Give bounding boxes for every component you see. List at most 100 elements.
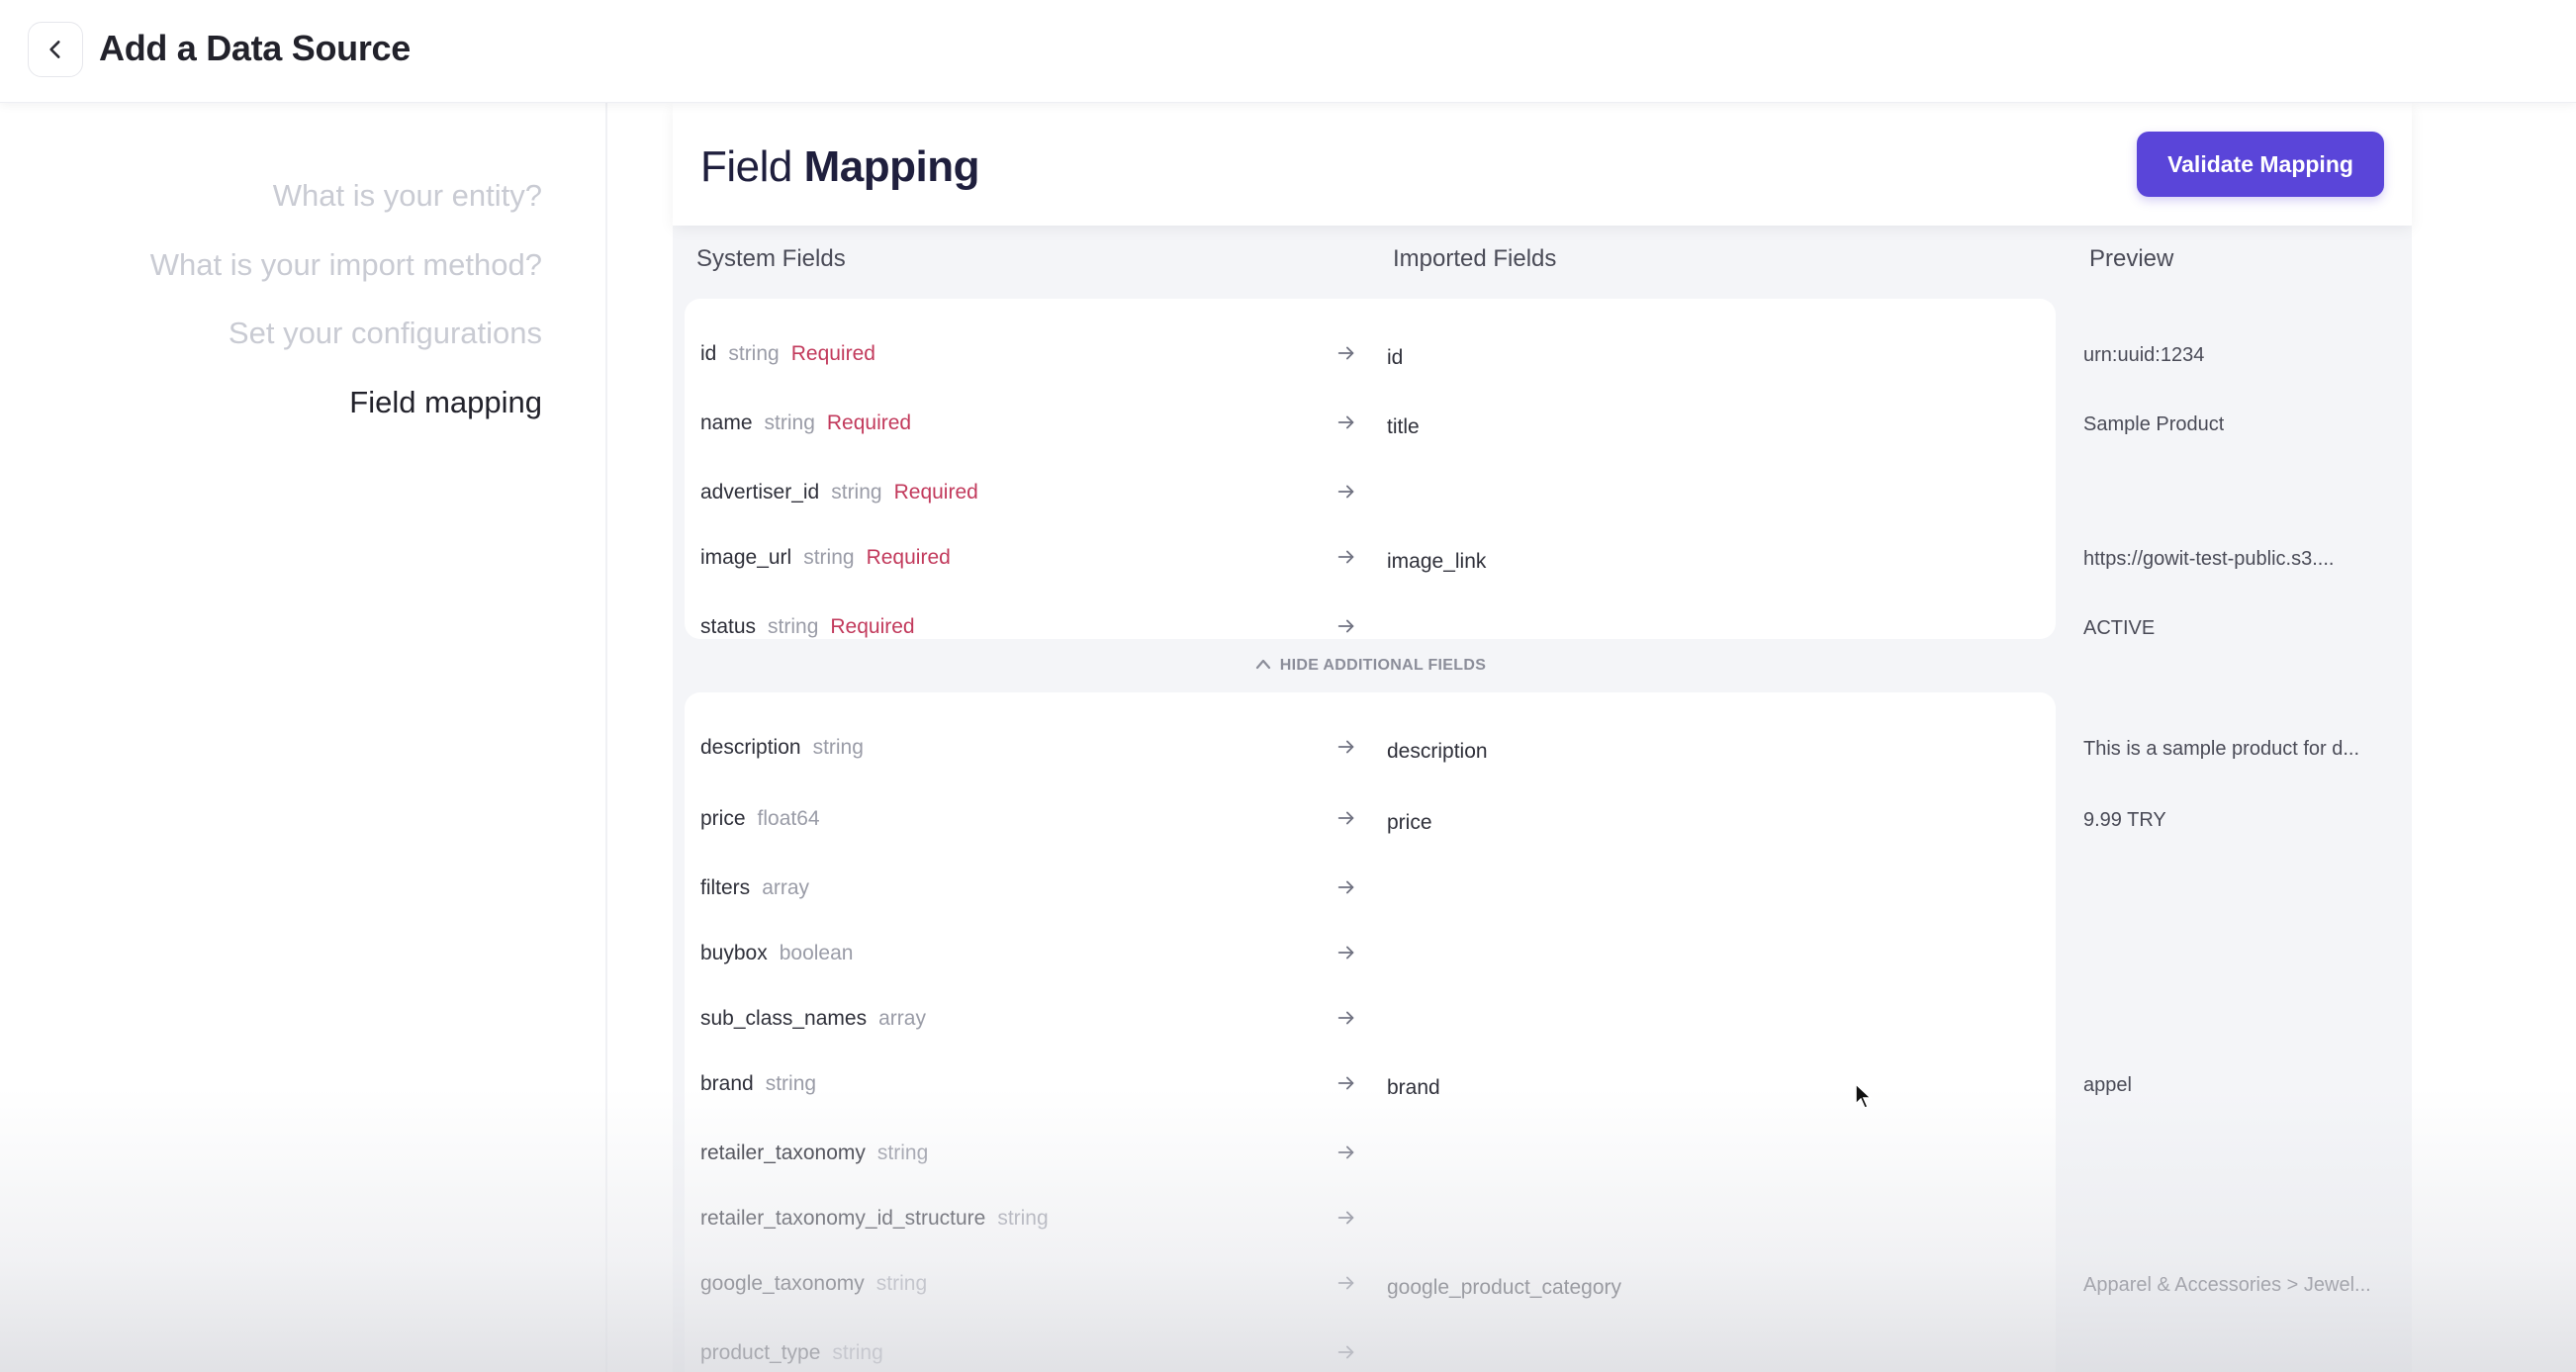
mapping-arrow: [1335, 1272, 1357, 1294]
preview-value: https://gowit-test-public.s3....: [2083, 548, 2335, 570]
page-title: Add a Data Source: [99, 28, 411, 68]
section-title: Field Mapping: [700, 142, 979, 192]
imported-field[interactable]: google_product_category: [1387, 1276, 1621, 1300]
column-header-imported: Imported Fields: [1393, 245, 1557, 272]
field-name: product_type: [700, 1341, 821, 1364]
preview-value: appel: [2083, 1074, 2132, 1096]
system-field: description string: [700, 736, 864, 760]
mapping-arrow: [1335, 546, 1357, 568]
top-bar: Add a Data Source: [0, 0, 2576, 103]
imported-field[interactable]: id: [1387, 346, 1403, 370]
mapping-row: buybox boolean: [673, 922, 2412, 987]
preview-value: ACTIVE: [2083, 617, 2156, 639]
system-field: buybox boolean: [700, 942, 853, 965]
mapping-row: description string description This is a sa…: [673, 716, 2412, 781]
system-field: status string Required: [700, 615, 915, 639]
arrow-right-icon: [1337, 1145, 1354, 1159]
field-type: array: [878, 1007, 926, 1030]
hide-additional-fields-label: HIDE ADDITIONAL FIELDS: [1279, 657, 1487, 674]
hide-additional-fields-toggle[interactable]: HIDE ADDITIONAL FIELDS: [673, 657, 2068, 675]
arrow-right-icon: [1337, 946, 1354, 960]
column-header-preview: Preview: [2089, 245, 2174, 272]
section-title-bold: Mapping: [803, 142, 980, 191]
arrow-right-icon: [1337, 1011, 1354, 1025]
mapping-row: product_type string: [673, 1322, 2412, 1372]
section-title-light: Field: [700, 142, 792, 191]
mapping-arrow: [1335, 1007, 1357, 1029]
field-type: string: [812, 736, 864, 759]
chevron-up-icon: [1255, 659, 1270, 670]
mapping-arrow: [1335, 1072, 1357, 1094]
field-type: string: [875, 1272, 928, 1295]
mapping-arrow: [1335, 1341, 1357, 1363]
system-field: sub_class_names array: [700, 1007, 926, 1031]
steps-sidebar: What is your entity? What is your import…: [0, 103, 607, 1372]
mapping-arrow: [1335, 942, 1357, 963]
arrow-right-icon: [1337, 485, 1354, 499]
mapping-arrow: [1335, 615, 1357, 637]
validate-mapping-button[interactable]: Validate Mapping: [2137, 132, 2384, 197]
field-name: advertiser_id: [700, 481, 820, 503]
arrow-right-icon: [1337, 1076, 1354, 1090]
mapping-row: image_url string Required image_link https:/…: [673, 526, 2412, 592]
field-type: string: [803, 546, 855, 569]
mapping-row: advertiser_id string Required: [673, 461, 2412, 526]
field-name: sub_class_names: [700, 1007, 868, 1030]
mapping-arrow: [1335, 342, 1357, 364]
arrow-right-icon: [1337, 550, 1354, 564]
field-type: string: [831, 481, 882, 503]
field-name: name: [700, 412, 753, 434]
step-import-method[interactable]: What is your import method?: [150, 247, 542, 283]
mapping-arrow: [1335, 736, 1357, 758]
imported-field[interactable]: image_link: [1387, 550, 1486, 574]
mapping-row: status string Required ACTIVE: [673, 595, 2412, 661]
mapping-row: brand string brand appel: [673, 1052, 2412, 1118]
field-name: retailer_taxonomy: [700, 1142, 866, 1164]
field-type: string: [764, 412, 815, 434]
field-type: string: [728, 342, 780, 365]
field-type: string: [765, 1072, 817, 1095]
mapping-row: name string Required title Sample Product: [673, 392, 2412, 457]
field-name: status: [700, 615, 757, 638]
required-badge: Required: [790, 342, 875, 365]
mapping-arrow: [1335, 412, 1357, 433]
back-button[interactable]: [28, 22, 83, 77]
imported-field[interactable]: description: [1387, 740, 1488, 764]
system-field: image_url string Required: [700, 546, 951, 570]
field-mapping-header: Field Mapping Validate Mapping: [673, 103, 2412, 226]
system-field: product_type string: [700, 1341, 883, 1365]
field-type: string: [768, 615, 819, 638]
required-badge: Required: [866, 546, 951, 569]
field-name: buybox: [700, 942, 768, 964]
mapping-row: price float64 price 9.99 TRY: [673, 787, 2412, 853]
imported-field[interactable]: brand: [1387, 1076, 1440, 1100]
system-field: advertiser_id string Required: [700, 481, 978, 504]
step-field-mapping[interactable]: Field mapping: [349, 385, 542, 420]
mapping-arrow: [1335, 807, 1357, 829]
system-field: retailer_taxonomy string: [700, 1142, 928, 1165]
system-field: name string Required: [700, 412, 911, 435]
chevron-left-icon: [49, 41, 60, 58]
field-type: string: [876, 1142, 929, 1164]
field-name: id: [700, 342, 717, 365]
preview-value: urn:uuid:1234: [2083, 344, 2205, 366]
mapping-arrow: [1335, 876, 1357, 898]
mapping-arrow: [1335, 1207, 1357, 1229]
imported-field[interactable]: price: [1387, 811, 1432, 835]
system-field: price float64: [700, 807, 820, 831]
arrow-right-icon: [1337, 346, 1354, 360]
mapping-row: filters array: [673, 857, 2412, 922]
field-name: google_taxonomy: [700, 1272, 865, 1295]
step-configurations[interactable]: Set your configurations: [229, 316, 542, 351]
preview-value: Sample Product: [2083, 413, 2225, 435]
field-name: description: [700, 736, 801, 759]
arrow-right-icon: [1337, 880, 1354, 894]
system-field: retailer_taxonomy_id_structure string: [700, 1207, 1049, 1231]
system-field: filters array: [700, 876, 809, 900]
field-name: filters: [700, 876, 751, 899]
field-type: boolean: [779, 942, 854, 964]
imported-field[interactable]: title: [1387, 415, 1420, 439]
mapping-arrow: [1335, 1142, 1357, 1163]
preview-value: This is a sample product for d...: [2083, 738, 2360, 760]
step-entity[interactable]: What is your entity?: [273, 178, 542, 214]
